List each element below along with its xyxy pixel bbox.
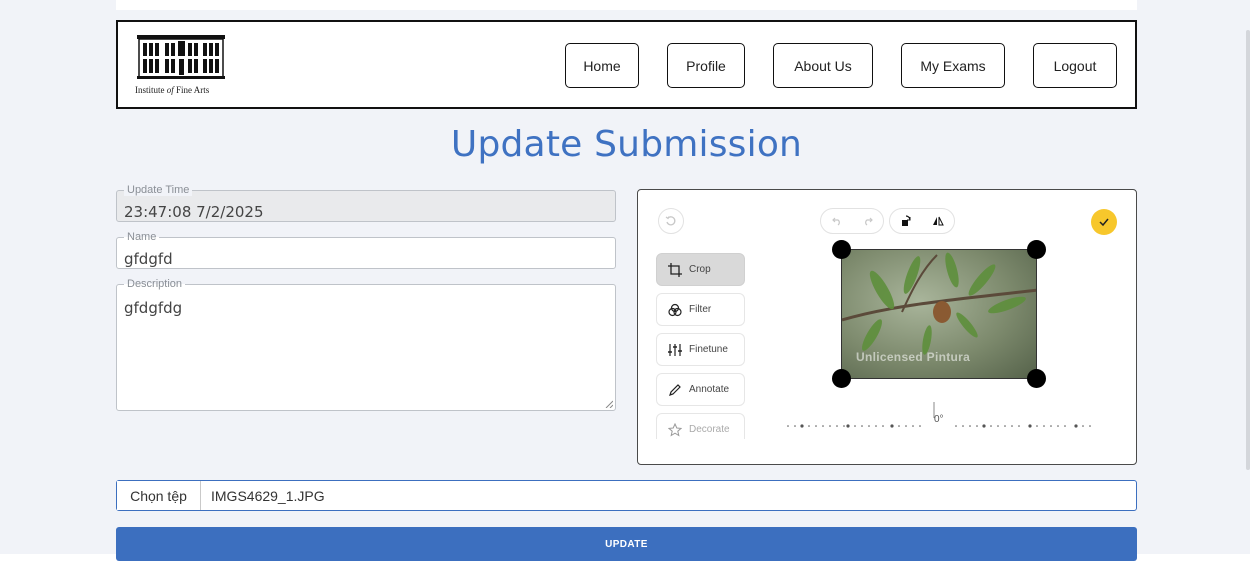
flip-icon[interactable] (932, 215, 944, 227)
nav-logout-button[interactable]: Logout (1033, 43, 1117, 88)
finetune-icon (667, 342, 683, 358)
top-spacer (116, 0, 1137, 10)
crop-handle-bottom-left[interactable] (832, 369, 851, 388)
update-time-label: Update Time (124, 184, 193, 196)
name-label: Name (124, 231, 160, 243)
resize-handle-icon[interactable] (605, 400, 613, 408)
done-button[interactable] (1091, 209, 1117, 235)
description-value[interactable]: gfdgfdg (124, 299, 182, 317)
tool-filter[interactable]: Filter (656, 293, 745, 326)
reset-button[interactable] (658, 208, 684, 234)
tool-decorate[interactable]: Decorate (656, 413, 745, 439)
scrollbar-thumb[interactable] (1246, 30, 1250, 470)
tool-crop-label: Crop (689, 264, 711, 275)
undo-redo-group (820, 208, 884, 234)
filter-icon (667, 302, 683, 318)
nav-about-us-button[interactable]: About Us (773, 43, 873, 88)
name-value[interactable]: gfdgfd (124, 250, 173, 268)
rotate-flip-group (889, 208, 955, 234)
page-scrollbar[interactable] (1244, 0, 1250, 554)
watermark-text: Unlicensed Pintura (856, 350, 971, 364)
tool-finetune-label: Finetune (689, 344, 728, 355)
site-header: Institute of Fine Arts Home Profile Abou… (116, 20, 1137, 109)
nav-profile-button[interactable]: Profile (667, 43, 745, 88)
crop-area[interactable]: Unlicensed Pintura (832, 240, 1046, 388)
editor-tool-list: Crop Filter Finetune Annotate Decorate (656, 253, 746, 439)
preview-image: Unlicensed Pintura (841, 249, 1037, 379)
crop-handle-top-left[interactable] (832, 240, 851, 259)
rotate-icon[interactable] (900, 215, 912, 227)
institute-logo[interactable]: Institute of Fine Arts (135, 35, 245, 97)
undo-icon[interactable] (831, 216, 842, 226)
star-icon (667, 422, 683, 438)
update-time-value: 23:47:08 7/2/2025 (124, 203, 264, 221)
tool-filter-label: Filter (689, 304, 712, 315)
main-content: Institute of Fine Arts Home Profile Abou… (116, 0, 1137, 561)
page-title: Update Submission (450, 124, 803, 165)
logo-caption: Institute of Fine Arts (135, 85, 210, 95)
tool-crop[interactable]: Crop (656, 253, 745, 286)
reset-icon (665, 216, 676, 226)
file-name: IMGS4629_1.JPG (211, 487, 325, 504)
update-button[interactable]: UPDATE (116, 527, 1137, 561)
rotation-label: 0° (934, 414, 944, 425)
pencil-icon (667, 382, 683, 398)
image-editor: Crop Filter Finetune Annotate Decorate U… (637, 189, 1137, 465)
crop-handle-top-right[interactable] (1027, 240, 1046, 259)
file-input[interactable]: Chọn tệp IMGS4629_1.JPG (116, 480, 1137, 511)
choose-file-button[interactable]: Chọn tệp (117, 481, 201, 510)
description-field[interactable]: Description gfdgfdg (116, 278, 616, 411)
tool-annotate-label: Annotate (689, 384, 730, 395)
tool-annotate[interactable]: Annotate (656, 373, 745, 406)
main-nav: Home Profile About Us My Exams Logout (565, 43, 1117, 88)
check-icon (1099, 218, 1109, 227)
nav-my-exams-button[interactable]: My Exams (901, 43, 1005, 88)
description-label: Description (124, 278, 186, 290)
tool-decorate-label: Decorate (689, 424, 730, 435)
crop-icon (667, 262, 683, 278)
crop-handle-bottom-right[interactable] (1027, 369, 1046, 388)
building-icon (137, 35, 225, 79)
redo-icon[interactable] (863, 216, 873, 226)
name-field[interactable]: Name gfdgfd (116, 231, 616, 269)
nav-home-button[interactable]: Home (565, 43, 639, 88)
update-time-field: Update Time 23:47:08 7/2/2025 (116, 184, 616, 222)
tool-finetune[interactable]: Finetune (656, 333, 745, 366)
